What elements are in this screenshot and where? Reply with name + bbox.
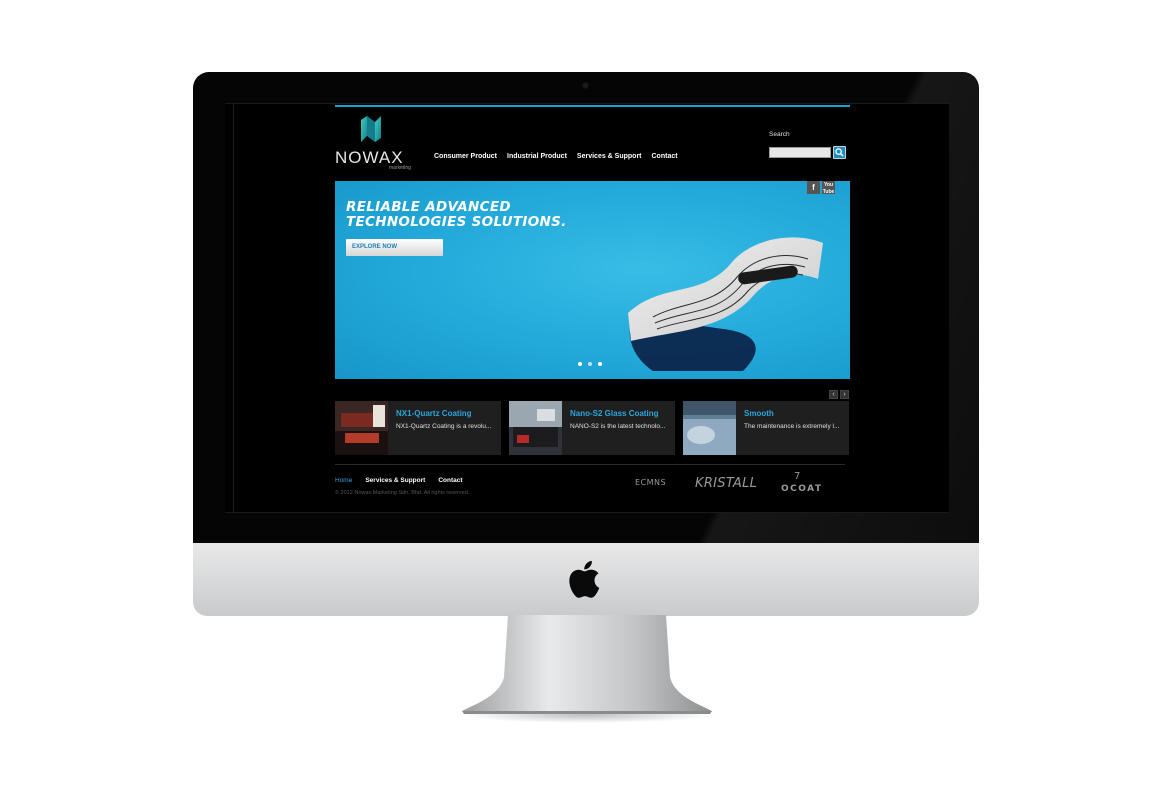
product-title: Smooth: [744, 409, 774, 418]
hero-banner: RELIABLE ADVANCED TECHNOLOGIES SOLUTIONS…: [335, 181, 850, 379]
product-card-nx1[interactable]: NX1-Quartz Coating NX1-Quartz Coating is…: [335, 401, 501, 455]
footer-nav: Home Services & Support Contact: [335, 477, 463, 484]
apple-logo-icon: [569, 560, 600, 598]
product-description: The maintenance is extremely l...: [744, 423, 840, 430]
footer-divider: [335, 464, 845, 465]
screen-edge-line: [233, 104, 234, 512]
explore-now-button[interactable]: EXPLORE NOW: [346, 239, 443, 256]
website-page: NOWAX marketing Consumer Product Industr…: [335, 104, 850, 512]
product-thumbnail: [509, 401, 562, 455]
hero-title: RELIABLE ADVANCED TECHNOLOGIES SOLUTIONS…: [346, 199, 567, 230]
search-icon: [835, 148, 844, 157]
product-thumbnail: [683, 401, 736, 455]
monitor-stand: [462, 615, 712, 723]
search-input[interactable]: [769, 147, 831, 158]
product-description: NX1-Quartz Coating is a revolu...: [396, 423, 492, 430]
nav-contact[interactable]: Contact: [652, 153, 678, 160]
slide-dots: [578, 362, 602, 366]
nav-consumer-product[interactable]: Consumer Product: [434, 153, 497, 160]
top-accent-rule: [335, 105, 850, 107]
carousel-next-button[interactable]: ›: [840, 390, 849, 399]
screen: NOWAX marketing Consumer Product Industr…: [225, 103, 949, 513]
slide-dot-3[interactable]: [598, 362, 602, 366]
footer-link-contact[interactable]: Contact: [438, 477, 462, 484]
carousel-prev-button[interactable]: ‹: [829, 390, 838, 399]
nowax-logo-icon[interactable]: [357, 114, 385, 144]
product-cards: NX1-Quartz Coating NX1-Quartz Coating is…: [335, 401, 850, 455]
nav-services-support[interactable]: Services & Support: [577, 153, 642, 160]
brand-logo-ocoat[interactable]: OCOAT: [781, 484, 823, 494]
hero-product-image: [628, 237, 823, 371]
youtube-icon[interactable]: You Tube: [822, 181, 835, 195]
slide-dot-2[interactable]: [588, 362, 592, 366]
search-button[interactable]: [833, 146, 846, 159]
product-title: Nano-S2 Glass Coating: [570, 409, 659, 418]
product-description: NANO-S2 is the latest technolo...: [570, 423, 666, 430]
brand-logo-ecmns[interactable]: ECMNS: [635, 478, 666, 487]
product-card-smooth[interactable]: Smooth The maintenance is extremely l...: [683, 401, 849, 455]
product-thumbnail: [335, 401, 388, 455]
product-title: NX1-Quartz Coating: [396, 409, 472, 418]
product-card-nano-s2[interactable]: Nano-S2 Glass Coating NANO-S2 is the lat…: [509, 401, 675, 455]
nav-industrial-product[interactable]: Industrial Product: [507, 153, 567, 160]
brand-logo-ocoat-mark: 7: [794, 471, 801, 482]
search-label: Search: [769, 131, 790, 138]
brand-logo-kristall[interactable]: KRISTALL: [695, 476, 757, 491]
facebook-icon[interactable]: f: [807, 181, 820, 194]
main-nav: Consumer Product Industrial Product Serv…: [434, 153, 678, 160]
logo-subtitle: marketing: [389, 165, 411, 171]
slide-dot-1[interactable]: [578, 362, 582, 366]
camera-dot: [583, 83, 588, 88]
footer-link-home[interactable]: Home: [335, 477, 352, 484]
footer-link-services[interactable]: Services & Support: [365, 477, 425, 484]
copyright-text: © 2012 Nowax Marketing Sdn. Bhd. All rig…: [335, 490, 470, 496]
